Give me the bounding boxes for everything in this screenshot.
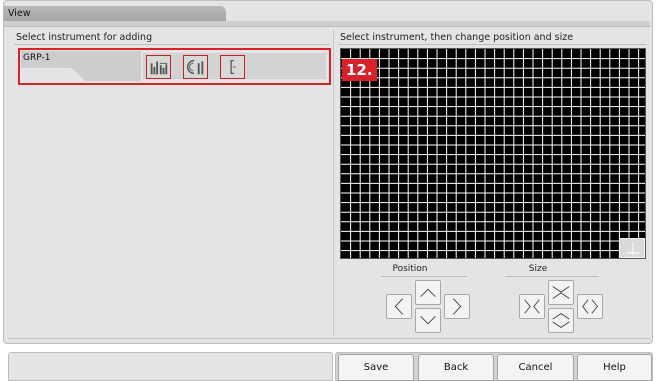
shrink-horizontal-icon [524, 299, 540, 314]
left-panel-heading: Select instrument for adding [16, 32, 153, 43]
position-underline [381, 276, 467, 277]
title-strip [4, 21, 650, 27]
right-heading-divider [338, 44, 647, 45]
position-label: Position [392, 264, 428, 274]
instrument-list-highlight: GRP-1 [18, 48, 331, 85]
chevron-left-icon [394, 298, 404, 315]
grid-resize-handle[interactable] [619, 238, 645, 258]
window-title: View [8, 8, 31, 19]
dial-gauge-icon[interactable] [183, 55, 208, 79]
bar-graph-icon[interactable] [146, 55, 171, 79]
instrument-group-row[interactable]: GRP-1 [21, 51, 328, 81]
size-underline [505, 276, 599, 277]
move-down-button[interactable] [415, 308, 441, 333]
move-up-button[interactable] [415, 280, 441, 305]
cancel-button[interactable]: Cancel [497, 354, 574, 381]
shrink-vertical-icon [552, 286, 570, 299]
instrument-group-name: GRP-1 [23, 53, 51, 63]
chevron-down-icon [420, 316, 436, 325]
layout-grid[interactable] [340, 48, 646, 259]
back-button[interactable]: Back [418, 354, 494, 381]
help-button[interactable]: Help [577, 354, 652, 381]
move-right-button[interactable] [444, 294, 470, 319]
footer-left-area [8, 352, 333, 381]
chevron-right-icon [452, 298, 462, 315]
grow-horizontal-icon [582, 299, 598, 314]
window-title-tab: View [4, 6, 226, 21]
size-horizontal-grow-button[interactable] [577, 294, 603, 319]
chevron-up-icon [420, 288, 436, 297]
panel-bottom-divider [8, 338, 650, 339]
size-vertical-shrink-button[interactable] [548, 280, 574, 305]
panel-divider [333, 30, 334, 336]
step-badge: 12. [342, 59, 377, 81]
grow-vertical-icon [552, 313, 570, 328]
size-horizontal-shrink-button[interactable] [519, 294, 545, 319]
size-vertical-grow-button[interactable] [548, 308, 574, 333]
size-label: Size [528, 264, 548, 274]
move-left-button[interactable] [386, 294, 412, 319]
single-bar-icon[interactable] [220, 55, 245, 79]
save-button[interactable]: Save [338, 354, 414, 381]
left-heading-divider [14, 44, 330, 45]
right-panel-heading: Select instrument, then change position … [340, 32, 574, 43]
layout-grid-lines [341, 49, 645, 258]
